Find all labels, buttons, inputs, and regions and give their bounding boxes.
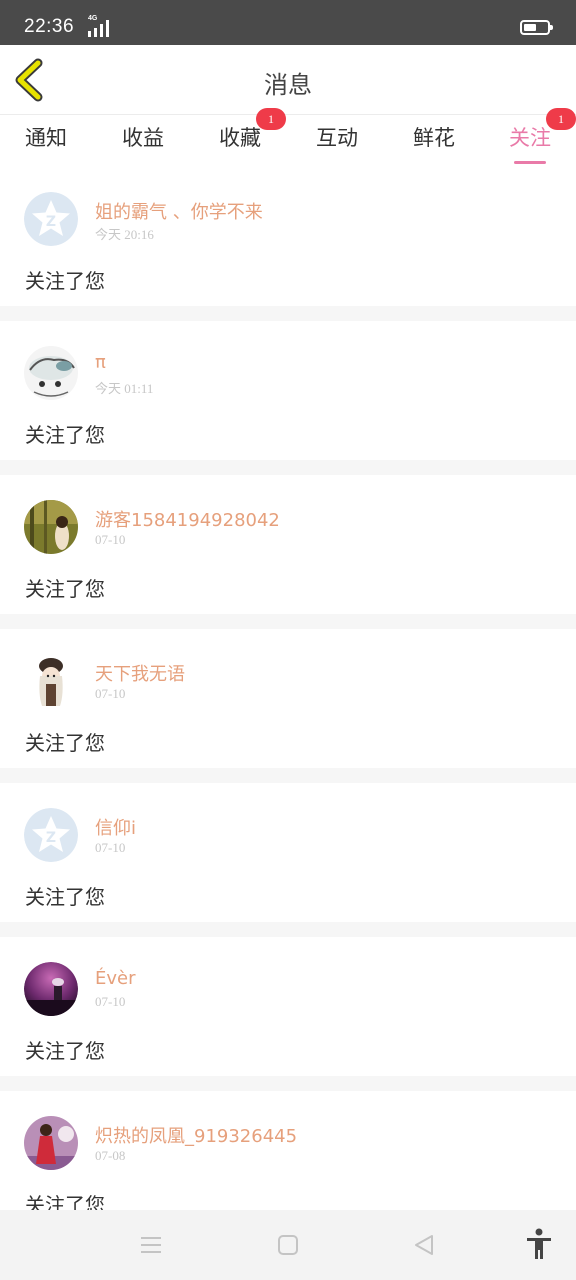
header: 消息 [0,45,576,115]
message-time: 07-10 [95,994,126,1009]
tab-follows[interactable]: 关注 1 [502,108,576,164]
tab-bar: 通知 收益 收藏 1 互动 鲜花 关注 1 [0,108,576,167]
list-item[interactable]: Z 姐的霸气 、你学不来 今天 20:16 关注了您 [0,167,576,306]
message-time: 今天 20:16 [95,227,154,242]
list-item[interactable]: Évèr 07-10 关注了您 [0,937,576,1076]
sketch-avatar [24,346,78,400]
svg-text:Z: Z [46,830,56,846]
message-text: 关注了您 [25,731,105,755]
message-text: 关注了您 [25,269,105,293]
home-square-icon [278,1235,298,1255]
tab-label: 通知 [25,126,67,150]
user-name[interactable]: 游客1584194928042 [95,506,280,532]
user-name[interactable]: 信仰i [95,814,136,840]
accessibility-button[interactable] [525,1228,553,1260]
avatar[interactable]: Z [24,192,78,246]
list-item[interactable]: Z 信仰i 07-10 关注了您 [0,783,576,922]
message-time: 07-10 [95,840,126,855]
signal-icon: 4G [88,15,114,37]
message-text: 关注了您 [25,423,105,447]
tab-label: 收益 [122,126,164,150]
message-text: 关注了您 [25,1039,105,1063]
message-text: 关注了您 [25,1193,105,1210]
user-name[interactable]: Évèr [95,968,136,989]
list-item[interactable]: 游客1584194928042 07-10 关注了您 [0,475,576,614]
red-dress-avatar [24,1116,78,1170]
active-tab-indicator [514,161,546,164]
message-text: 关注了您 [25,885,105,909]
message-text: 关注了您 [25,577,105,601]
tab-label: 互动 [316,126,358,150]
avatar[interactable]: Z [24,808,78,862]
user-name[interactable]: π [95,352,106,373]
message-time: 今天 01:11 [95,381,154,396]
tab-flowers[interactable]: 鲜花 [406,123,462,163]
battery-icon [520,20,553,35]
menu-icon [141,1237,161,1253]
default-avatar-icon: Z [24,808,78,862]
avatar[interactable] [24,962,78,1016]
default-avatar-icon: Z [24,192,78,246]
message-time: 07-08 [95,1148,126,1163]
avatar[interactable] [24,1116,78,1170]
message-time: 07-10 [95,686,126,701]
system-nav-bar [0,1210,576,1280]
back-triangle-icon [415,1235,433,1255]
follows-badge: 1 [546,108,576,130]
message-time: 07-10 [95,532,126,547]
page-title: 消息 [264,71,312,99]
anime-girl-avatar [24,654,78,708]
avatar[interactable] [24,500,78,554]
favorites-badge: 1 [256,108,286,130]
user-name[interactable]: 炽热的凤凰_919326445 [95,1122,297,1148]
tab-notifications[interactable]: 通知 [18,123,74,163]
menu-button[interactable] [138,1232,164,1258]
tab-label: 鲜花 [413,126,455,150]
list-item[interactable]: 炽热的凤凰_919326445 07-08 关注了您 [0,1091,576,1210]
user-name[interactable]: 天下我无语 [95,660,185,686]
nav-back-button[interactable] [411,1232,437,1258]
tab-favorites[interactable]: 收藏 1 [212,108,286,163]
accessibility-icon [527,1228,551,1259]
list-item[interactable]: 天下我无语 07-10 关注了您 [0,629,576,768]
network-type: 4G [88,15,98,22]
list-item[interactable]: π 今天 01:11 关注了您 [0,321,576,460]
home-button[interactable] [275,1232,301,1258]
purple-night-avatar [24,962,78,1016]
status-time: 22:36 [24,16,75,37]
message-list: Z 姐的霸气 、你学不来 今天 20:16 关注了您 π 今天 01:11 关注… [0,167,576,1210]
tab-earnings[interactable]: 收益 [115,123,171,163]
status-bar: 22:36 4G [0,0,576,45]
tab-interactions[interactable]: 互动 [309,123,365,163]
user-name[interactable]: 姐的霸气 、你学不来 [95,198,263,224]
forest-girl-avatar [24,500,78,554]
svg-text:Z: Z [46,214,56,230]
avatar[interactable] [24,654,78,708]
avatar[interactable] [24,346,78,400]
